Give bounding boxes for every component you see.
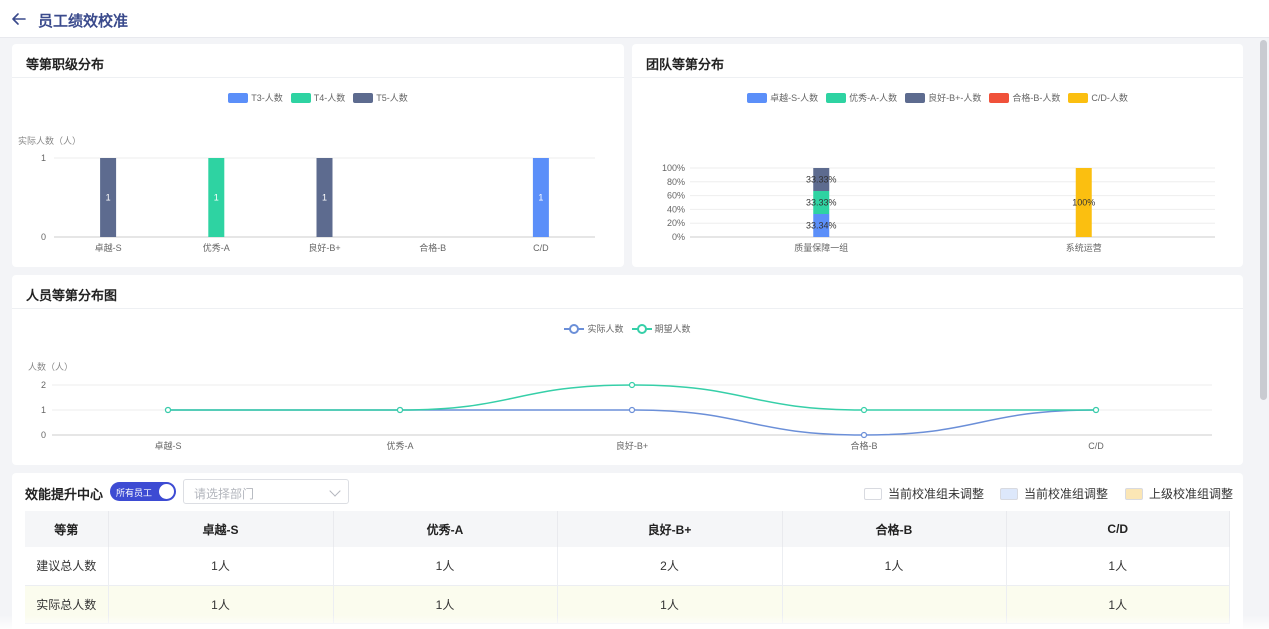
data-point bbox=[628, 406, 636, 414]
x-tick-label: 良好-B+ bbox=[616, 440, 648, 451]
team-distribution-card: 团队等第分布 卓越-S-人数 优秀-A-人数 良好-B+-人数 合格-B-人数 C/D-… bbox=[632, 44, 1243, 267]
toggle-knob bbox=[159, 484, 174, 499]
bottom-fade bbox=[0, 615, 1269, 629]
y-tick-label: 100% bbox=[662, 163, 685, 173]
y-tick-label: 40% bbox=[667, 204, 685, 214]
table-cell: 1人 bbox=[782, 547, 1007, 586]
bar-value-label: 1 bbox=[538, 193, 543, 203]
header-cell: 等第 bbox=[25, 511, 109, 547]
segment-label: 33.33% bbox=[806, 174, 837, 184]
header-cell: 优秀-A bbox=[333, 511, 558, 547]
department-placeholder: 请选择部门 bbox=[194, 487, 255, 501]
people-line-chart: 人数（人） 0 1 2 卓越-S 优秀-A 良好-B+ 合格-B C/D bbox=[28, 361, 1212, 451]
header-cell: C/D bbox=[1006, 511, 1230, 547]
table-cell: 1人 bbox=[333, 547, 558, 586]
swatch-superior bbox=[1125, 487, 1143, 500]
x-tick-label: 合格-B bbox=[419, 242, 446, 253]
x-tick-label: 优秀-A bbox=[203, 242, 230, 253]
y-tick-label: 60% bbox=[667, 191, 685, 201]
header-cell: 卓越-S bbox=[108, 511, 334, 547]
vertical-scrollbar[interactable] bbox=[1260, 40, 1267, 400]
table-cell: 1人 bbox=[1006, 547, 1230, 586]
legend-adjusted-label: 当前校准组调整 bbox=[1024, 487, 1109, 501]
data-point bbox=[860, 406, 868, 414]
all-staff-toggle[interactable]: 所有员工 bbox=[110, 482, 176, 501]
x-tick-label: 卓越-S bbox=[154, 440, 181, 451]
x-tick-label: 优秀-A bbox=[386, 440, 413, 451]
legend-superior-adjusted: 上级校准组调整 bbox=[1125, 485, 1233, 502]
table-cell: 2人 bbox=[557, 547, 783, 586]
series-line bbox=[168, 409, 1097, 436]
x-tick-label: C/D bbox=[533, 243, 549, 253]
segment-label: 33.33% bbox=[806, 197, 837, 207]
toggle-label: 所有员工 bbox=[116, 488, 153, 498]
y-axis-label: 人数（人） bbox=[28, 361, 73, 372]
y-tick-label: 1 bbox=[41, 405, 46, 415]
table-cell: 1人 bbox=[108, 547, 334, 586]
efficiency-title: 效能提升中心 bbox=[25, 487, 104, 502]
legend-unadjusted-label: 当前校准组未调整 bbox=[888, 487, 985, 501]
header-cell: 良好-B+ bbox=[557, 511, 783, 547]
page-title: 员工绩效校准 bbox=[38, 13, 129, 30]
bar-value-label: 1 bbox=[106, 193, 111, 203]
y-tick-label: 80% bbox=[667, 177, 685, 187]
bar-value-label: 1 bbox=[322, 193, 327, 203]
arrow-left-icon[interactable] bbox=[10, 10, 28, 28]
y-tick-label: 20% bbox=[667, 218, 685, 228]
x-tick-label: 良好-B+ bbox=[308, 242, 340, 253]
x-tick-label: 系统运营 bbox=[1066, 242, 1102, 253]
segment-label: 100% bbox=[1072, 198, 1095, 208]
x-tick-label: 质量保障一组 bbox=[794, 242, 848, 253]
y-tick-label: 1 bbox=[41, 153, 46, 163]
grade-bar-chart: 实际人数（人） 0 1 卓越-S 1 优秀-A 1 良好-B+ 1 合格-B C/D 1 bbox=[18, 135, 595, 253]
y-tick-label: 0 bbox=[41, 430, 46, 440]
chevron-down-icon bbox=[329, 485, 341, 497]
y-axis-label: 实际人数（人） bbox=[18, 135, 81, 146]
x-tick-label: 卓越-S bbox=[95, 242, 122, 253]
y-tick-label: 0% bbox=[672, 232, 685, 242]
people-distribution-card: 人员等第分布图 实际人数 期望人数 人数（人） 0 1 2 卓越-S 优秀-A 良好-B+ 合格… bbox=[12, 275, 1243, 465]
bar-value-label: 1 bbox=[214, 193, 219, 203]
grade-distribution-card: 等第职级分布 T3-人数 T4-人数 T5-人数 实际人数（人） 0 1 卓越-S 1 优秀-… bbox=[12, 44, 624, 267]
x-tick-label: 合格-B bbox=[850, 440, 877, 451]
legend-superior-label: 上级校准组调整 bbox=[1149, 487, 1234, 501]
table-row: 建议总人数 1人 1人 2人 1人 1人 bbox=[25, 547, 1230, 586]
data-point bbox=[860, 431, 868, 439]
segment-label: 33.34% bbox=[806, 220, 837, 230]
department-select[interactable]: 请选择部门 bbox=[183, 479, 349, 504]
data-point bbox=[1092, 406, 1100, 414]
x-tick-label: C/D bbox=[1088, 441, 1104, 451]
y-tick-label: 0 bbox=[41, 232, 46, 242]
efficiency-card: 效能提升中心 所有员工 请选择部门 当前校准组未调整 当前校准组调整 上级校准组… bbox=[12, 473, 1243, 629]
grade-summary-table: 等第 卓越-S 优秀-A 良好-B+ 合格-B C/D 建议总人数 1人 1人 … bbox=[25, 511, 1230, 624]
data-point bbox=[628, 381, 636, 389]
top-bar: 员工绩效校准 bbox=[0, 0, 1269, 38]
series-line bbox=[168, 384, 1096, 411]
legend-adjusted: 当前校准组调整 bbox=[1000, 485, 1108, 502]
data-point bbox=[396, 406, 404, 414]
swatch-unadjusted bbox=[864, 487, 882, 500]
swatch-adjusted bbox=[1000, 487, 1018, 500]
legend-unadjusted: 当前校准组未调整 bbox=[864, 485, 984, 502]
table-header-row: 等第 卓越-S 优秀-A 良好-B+ 合格-B C/D bbox=[25, 511, 1230, 547]
y-tick-label: 2 bbox=[41, 380, 46, 390]
team-stacked-chart: 0% 20% 40% 60% 80% 100% 质量保障一组 33.34% 33.33% 33.3… bbox=[662, 163, 1215, 253]
table-cell: 建议总人数 bbox=[25, 547, 109, 586]
data-point bbox=[164, 406, 172, 414]
header-cell: 合格-B bbox=[782, 511, 1007, 547]
